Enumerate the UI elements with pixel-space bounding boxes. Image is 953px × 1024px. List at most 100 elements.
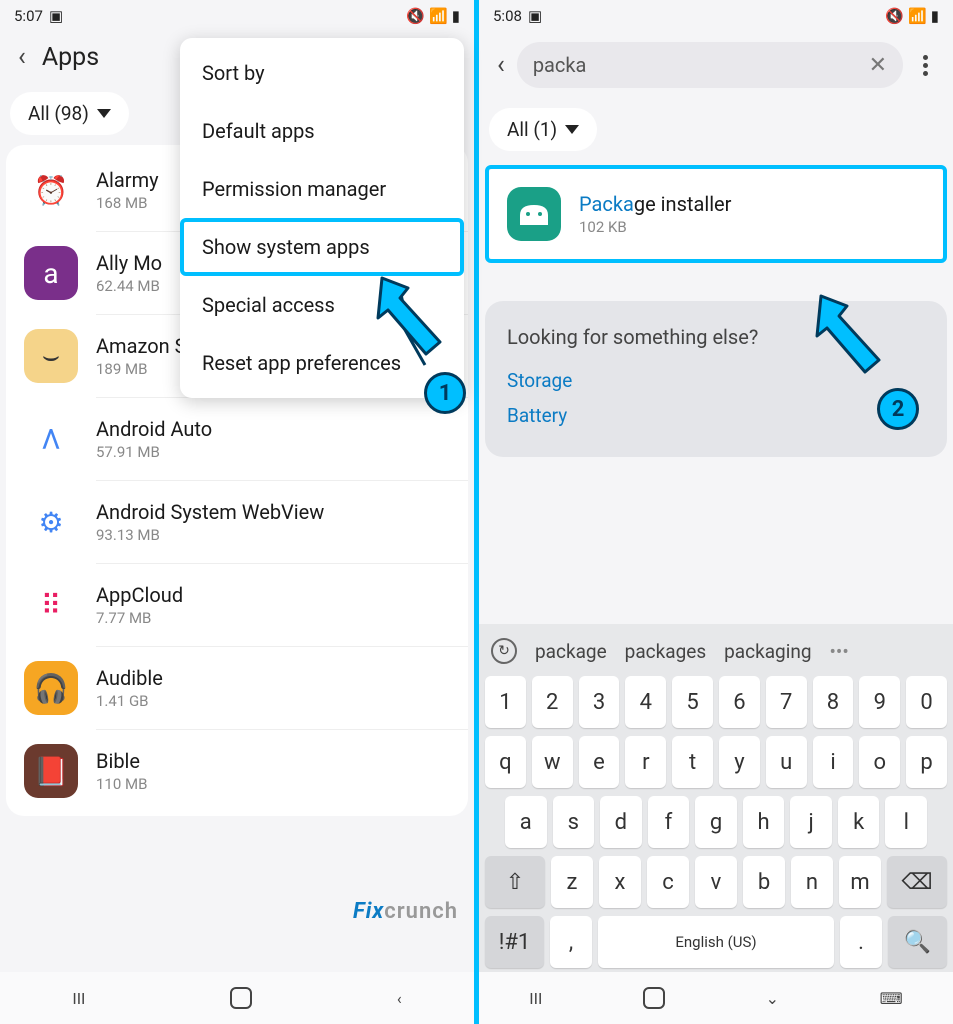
watermark: Fixcrunch [353,899,458,924]
app-size: 1.41 GB [96,692,163,710]
sym-key[interactable]: !#1 [485,916,544,968]
space-key[interactable]: English (US) [598,916,834,968]
recents-icon[interactable]: III [72,989,85,1008]
soft-keyboard: ↻ package packages packaging ••• 1234567… [479,624,953,972]
suggestion[interactable]: package [535,640,607,663]
period-key[interactable]: . [840,916,882,968]
key[interactable]: k [838,796,880,848]
suggestion[interactable]: packages [625,640,706,663]
chevron-down-icon [565,125,579,134]
key[interactable]: 8 [813,676,854,728]
home-icon[interactable] [230,987,252,1009]
back-nav-icon[interactable]: ‹ [397,989,402,1008]
nav-bar: III ⌄ ⌨ [479,972,953,1024]
key[interactable]: z [551,856,593,908]
app-icon: ⏰ [24,163,78,217]
key[interactable]: l [885,796,927,848]
app-icon: ⌣ [24,329,78,383]
app-item-package-installer[interactable]: Package installer 102 KB [489,173,943,255]
app-size: 62.44 MB [96,277,162,295]
key[interactable]: o [859,736,900,788]
back-icon[interactable]: ‹ [497,50,505,80]
camera-icon: ▣ [528,7,542,25]
search-input[interactable]: packa ✕ [517,42,903,88]
suggestion[interactable]: packaging [724,640,811,663]
battery-link[interactable]: Battery [507,398,925,433]
cycle-icon[interactable]: ↻ [491,638,517,664]
key[interactable]: p [906,736,947,788]
key[interactable]: d [600,796,642,848]
status-icons: 🔇📶▮ [406,7,460,25]
app-icon: ⠿ [24,578,78,632]
app-item[interactable]: Λ Android Auto 57.91 MB [96,397,468,480]
step-number: 1 [439,381,452,406]
menu-item[interactable]: Sort by [180,44,464,102]
search-result-highlight: Package installer 102 KB [485,165,947,263]
back-icon[interactable]: ‹ [18,42,26,72]
key[interactable]: s [553,796,595,848]
page-title: Apps [42,43,99,72]
key[interactable]: 1 [485,676,526,728]
key[interactable]: a [505,796,547,848]
key[interactable]: i [813,736,854,788]
key[interactable]: c [647,856,689,908]
app-name: Ally Mo [96,251,162,275]
app-item[interactable]: ⚙ Android System WebView 93.13 MB [96,480,468,563]
status-icons: 🔇📶▮ [885,7,939,25]
app-size: 102 KB [579,218,731,236]
key[interactable]: 3 [579,676,620,728]
key[interactable]: q [485,736,526,788]
key[interactable]: 6 [719,676,760,728]
filter-chip[interactable]: All (98) [10,92,129,135]
comma-key[interactable]: , [550,916,592,968]
app-icon: 🎧 [24,661,78,715]
key[interactable]: 5 [672,676,713,728]
ime-down-icon[interactable]: ⌄ [766,989,779,1008]
more-suggestions-icon[interactable]: ••• [830,640,849,663]
left-panel: 5:07 ▣ 🔇📶▮ ‹ Apps All (98) ⏰ Alarmy 168 … [0,0,474,1024]
keyboard-switch-icon[interactable]: ⌨ [880,989,903,1008]
filter-label: All (98) [28,102,89,125]
key[interactable]: j [790,796,832,848]
key[interactable]: 2 [532,676,573,728]
key[interactable]: w [532,736,573,788]
key[interactable]: e [579,736,620,788]
key[interactable]: g [695,796,737,848]
filter-chip[interactable]: All (1) [489,108,597,151]
pointer-arrow-icon [370,270,460,380]
app-item[interactable]: 🎧 Audible 1.41 GB [96,646,468,729]
key[interactable]: x [599,856,641,908]
menu-item[interactable]: Show system apps [180,218,464,276]
app-item[interactable]: ⠿ AppCloud 7.77 MB [96,563,468,646]
key[interactable]: t [672,736,713,788]
clear-icon[interactable]: ✕ [869,53,887,78]
key[interactable]: y [719,736,760,788]
key[interactable]: r [625,736,666,788]
step-bubble: 1 [424,372,466,414]
key[interactable]: 9 [859,676,900,728]
key[interactable]: b [743,856,785,908]
key[interactable]: 4 [625,676,666,728]
key[interactable]: 0 [906,676,947,728]
key[interactable]: v [695,856,737,908]
key[interactable]: n [791,856,833,908]
search-key[interactable]: 🔍 [888,916,947,968]
menu-item[interactable]: Permission manager [180,160,464,218]
key[interactable]: h [743,796,785,848]
app-icon: a [24,246,78,300]
recents-icon[interactable]: III [529,989,542,1008]
menu-item[interactable]: Default apps [180,102,464,160]
key[interactable]: 7 [766,676,807,728]
key[interactable]: m [839,856,881,908]
home-icon[interactable] [643,987,665,1009]
right-panel: 5:08 ▣ 🔇📶▮ ‹ packa ✕ All (1) Package [479,0,953,1024]
app-icon: ⚙ [24,495,78,549]
shift-key[interactable]: ⇧ [485,856,545,908]
key[interactable]: f [648,796,690,848]
app-item[interactable]: 📕 Bible 110 MB [96,729,468,812]
backspace-key[interactable]: ⌫ [887,856,947,908]
app-name: Android Auto [96,417,212,441]
key[interactable]: u [766,736,807,788]
more-icon[interactable] [915,55,935,76]
chevron-down-icon [97,109,111,118]
